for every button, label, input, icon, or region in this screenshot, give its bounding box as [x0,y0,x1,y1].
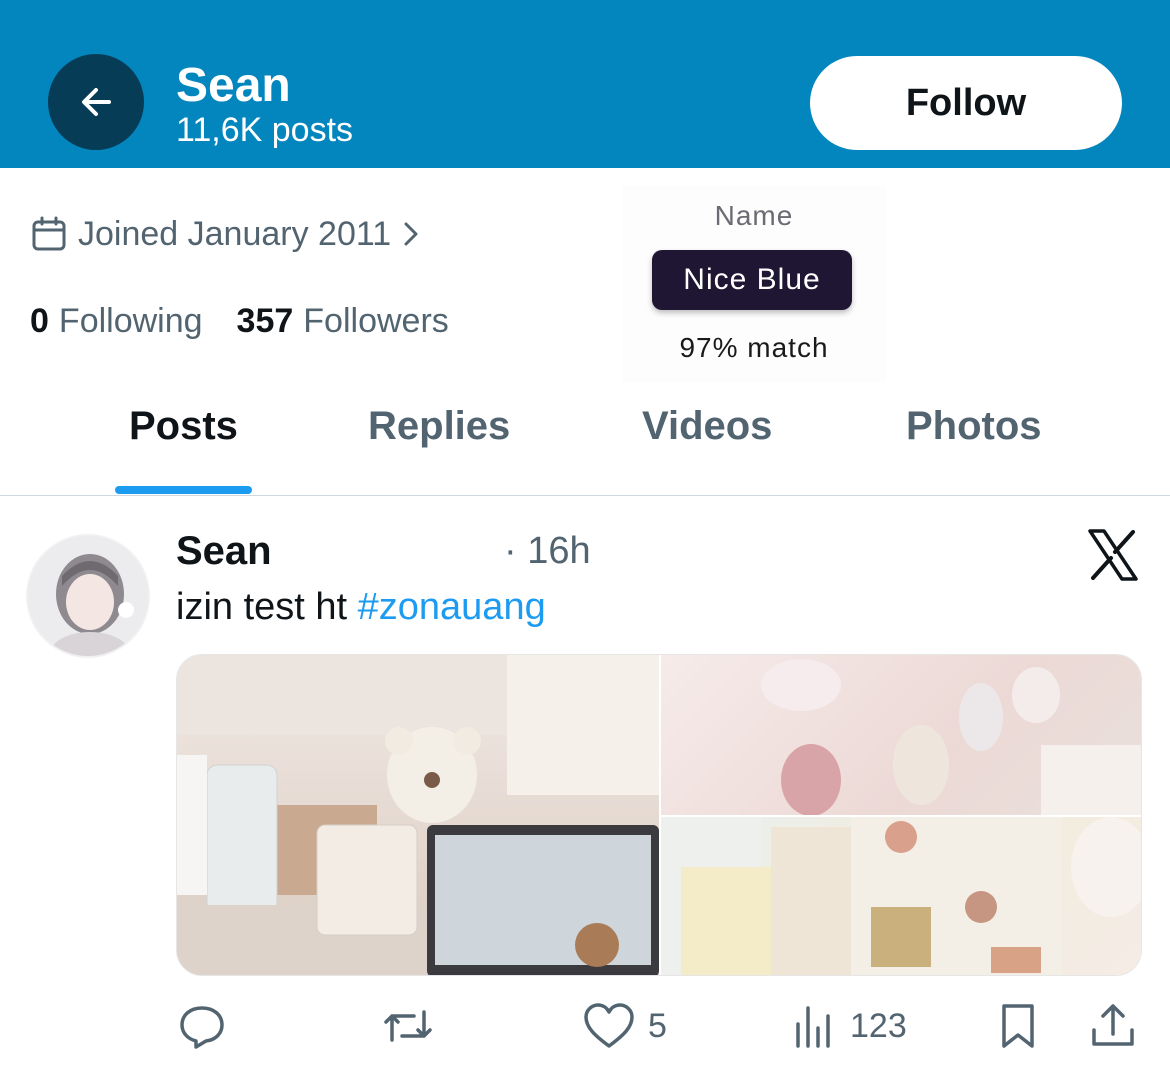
avatar-image [28,536,148,656]
name-sticker: Name Nice Blue 97% match [622,186,886,382]
x-logo-icon [1088,529,1138,581]
post-media-grid [176,654,1142,976]
media-image-stickers[interactable] [661,817,1141,975]
media-image-desk[interactable] [177,655,659,975]
post-body: izin test ht [176,586,358,628]
post-time[interactable]: · 16h [504,528,591,574]
sticker-caption: Name [714,200,794,231]
views-button[interactable]: 123 [790,1000,907,1052]
post-author[interactable]: Sean [176,528,272,574]
tab-posts[interactable]: Posts [129,404,238,449]
share-icon [1092,1004,1134,1046]
chevron-right-icon [404,222,418,246]
profile-header: Sean 11,6K posts Follow [0,0,1170,168]
views-count: 123 [850,1006,907,1045]
follow-counts: 0 Following 357 Followers [30,298,449,344]
tab-replies[interactable]: Replies [368,404,510,449]
reply-icon [180,1006,224,1049]
avatar[interactable] [26,534,150,658]
header-posts-count: 11,6K posts [176,111,354,149]
active-tab-indicator [115,486,252,494]
post-text: izin test ht #zonauang [176,584,546,630]
followers-label: Followers [303,302,449,340]
back-button[interactable] [48,54,144,150]
bookmark-icon [1002,1004,1034,1048]
joined-label: Joined January 2011 [78,214,392,253]
stickers-photo [661,817,1141,975]
sticker-match: 97% match [679,332,829,363]
repost-icon [384,1010,432,1042]
calendar-icon [32,216,66,251]
header-name: Sean [176,59,291,112]
media-image-nails[interactable] [661,655,1141,816]
like-icon [584,1003,634,1048]
repost-button[interactable] [380,1000,436,1052]
like-button[interactable]: 5 [582,1000,667,1052]
reply-button[interactable] [176,1000,228,1052]
post-hashtag[interactable]: #zonauang [358,586,546,628]
sticker-value: Nice Blue [652,250,852,310]
joined-date[interactable]: Joined January 2011 [30,210,421,258]
tab-photos[interactable]: Photos [906,404,1042,449]
followers-link[interactable]: 357 Followers [237,298,449,344]
nails-photo [761,659,1141,816]
following-label: Following [58,302,203,340]
followers-count: 357 [236,302,294,340]
tab-videos[interactable]: Videos [642,404,772,449]
like-count: 5 [648,1006,667,1045]
desk-photo [177,655,659,975]
follow-button[interactable]: Follow [810,56,1122,150]
share-button[interactable] [1088,1000,1138,1052]
following-count: 0 [30,302,49,340]
back-arrow-icon [82,88,111,116]
following-link[interactable]: 0 Following [30,298,203,344]
profile-tabs: Posts Replies Videos Photos [0,394,1170,496]
views-icon [796,1006,830,1048]
bookmark-button[interactable] [996,1000,1040,1052]
